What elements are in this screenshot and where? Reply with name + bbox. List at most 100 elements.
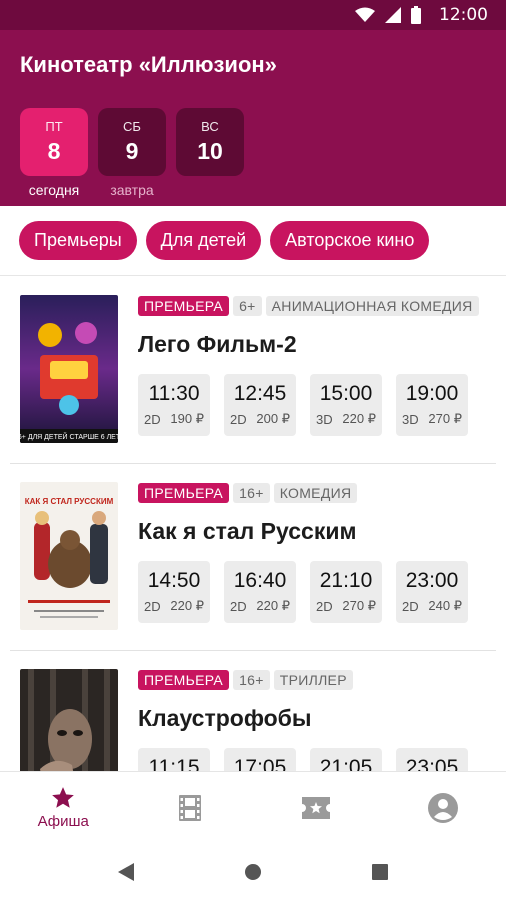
- movie-tags: ПРЕМЬЕРА 16+ ТРИЛЛЕР: [138, 669, 486, 691]
- movie-poster[interactable]: 6+ ДЛЯ ДЕТЕЙ СТАРШЕ 6 ЛЕТ: [20, 295, 118, 443]
- age-rating-badge: 16+: [233, 483, 270, 503]
- day-number: 9: [125, 138, 139, 164]
- movie-card[interactable]: КАК Я СТАЛ РУССКИМ ПРЕМЬЕРА 16+ КОМЕДИЯ …: [10, 464, 496, 651]
- day-number: 10: [197, 138, 223, 164]
- session-button[interactable]: 15:00 3D 220 ₽: [310, 374, 382, 436]
- session-button[interactable]: 17:05 2D: [224, 748, 296, 771]
- nav-label: Афиша: [37, 813, 89, 830]
- date-selector: ПТ 8 сегодня СБ 9 завтра ВС 10: [20, 108, 244, 198]
- nav-films[interactable]: [127, 772, 254, 843]
- session-button[interactable]: 14:50 2D 220 ₽: [138, 561, 210, 623]
- day-box[interactable]: СБ 9: [98, 108, 166, 176]
- page-title: Кинотеатр «Иллюзион»: [20, 52, 277, 77]
- session-time: 23:05: [405, 756, 459, 771]
- genre-badge: ТРИЛЛЕР: [273, 670, 353, 690]
- session-time: 11:15: [148, 756, 200, 771]
- session-button[interactable]: 11:15 2D: [138, 748, 210, 771]
- genre-badge: КОМЕДИЯ: [273, 483, 358, 503]
- movie-tags: ПРЕМЬЕРА 16+ КОМЕДИЯ: [138, 482, 486, 504]
- session-format: 2D: [230, 412, 247, 427]
- session-format: 2D: [316, 599, 333, 614]
- session-button[interactable]: 19:00 3D 270 ₽: [396, 374, 468, 436]
- session-time: 17:05: [233, 756, 287, 771]
- session-time: 23:00: [405, 569, 459, 592]
- day-saturday[interactable]: СБ 9 завтра: [98, 108, 166, 198]
- nav-afisha[interactable]: Афиша: [0, 772, 127, 843]
- movie-title[interactable]: Клаустрофобы: [138, 705, 486, 732]
- ticket-icon: [302, 796, 331, 819]
- bottom-navigation: Афиша: [0, 771, 506, 843]
- session-button[interactable]: 12:45 2D 200 ₽: [224, 374, 296, 436]
- day-of-week: СБ: [123, 119, 141, 134]
- session-button[interactable]: 23:00 2D 240 ₽: [396, 561, 468, 623]
- day-caption: сегодня: [28, 182, 80, 198]
- nav-tickets[interactable]: [253, 772, 380, 843]
- signal-icon: [385, 7, 401, 23]
- session-price: 220 ₽: [342, 411, 376, 426]
- session-format: 2D: [402, 599, 419, 614]
- clock: 12:00: [439, 5, 488, 25]
- movie-card[interactable]: ПРЕМЬЕРА 16+ ТРИЛЛЕР Клаустрофобы 11:15 …: [10, 651, 496, 771]
- filter-premieres[interactable]: Премьеры: [19, 221, 137, 260]
- film-icon: [178, 794, 201, 821]
- session-price: 200 ₽: [256, 411, 290, 426]
- session-button[interactable]: 16:40 2D 220 ₽: [224, 561, 296, 623]
- movie-title[interactable]: Лего Фильм-2: [138, 331, 486, 358]
- poster-image: 6+ ДЛЯ ДЕТЕЙ СТАРШЕ 6 ЛЕТ: [20, 295, 118, 443]
- star-icon: [52, 787, 75, 808]
- poster-caption: 6+ ДЛЯ ДЕТЕЙ СТАРШЕ 6 ЛЕТ: [20, 432, 118, 441]
- session-time: 14:50: [147, 569, 201, 592]
- session-time: 11:30: [148, 382, 200, 405]
- movie-poster[interactable]: КАК Я СТАЛ РУССКИМ: [20, 482, 118, 630]
- movie-poster[interactable]: [20, 669, 118, 771]
- system-navigation: [0, 843, 506, 900]
- movie-card[interactable]: 6+ ДЛЯ ДЕТЕЙ СТАРШЕ 6 ЛЕТ ПРЕМЬЕРА 6+ АН…: [10, 277, 496, 464]
- day-box[interactable]: ПТ 8: [20, 108, 88, 176]
- session-time: 15:00: [319, 382, 373, 405]
- day-caption: завтра: [110, 182, 154, 198]
- movie-tags: ПРЕМЬЕРА 6+ АНИМАЦИОННАЯ КОМЕДИЯ: [138, 295, 486, 317]
- session-price: 220 ₽: [170, 598, 204, 613]
- session-price: 270 ₽: [342, 598, 376, 613]
- day-friday[interactable]: ПТ 8 сегодня: [20, 108, 88, 198]
- session-button[interactable]: 23:05 2D: [396, 748, 468, 771]
- filter-chips: Премьеры Для детей Авторское кино: [0, 206, 506, 276]
- day-of-week: ПТ: [45, 119, 63, 134]
- session-price: 240 ₽: [428, 598, 462, 613]
- session-time: 12:45: [233, 382, 287, 405]
- session-price: 270 ₽: [428, 411, 462, 426]
- session-format: 2D: [144, 412, 161, 427]
- day-sunday[interactable]: ВС 10: [176, 108, 244, 198]
- day-box[interactable]: ВС 10: [176, 108, 244, 176]
- session-format: 2D: [144, 599, 161, 614]
- session-list: 11:30 2D 190 ₽ 12:45 2D 200 ₽ 15:00 3D 2…: [138, 374, 486, 436]
- day-number: 8: [47, 138, 61, 164]
- session-list: 11:15 2D 17:05 2D 21:05 2D 23:05 2D: [138, 748, 486, 771]
- poster-caption: КАК Я СТАЛ РУССКИМ: [25, 497, 114, 506]
- back-icon[interactable]: [118, 862, 134, 881]
- filter-arthouse[interactable]: Авторское кино: [270, 221, 430, 260]
- premiere-badge: ПРЕМЬЕРА: [138, 483, 230, 503]
- age-rating-badge: 6+: [233, 296, 262, 316]
- session-price: 220 ₽: [256, 598, 290, 613]
- wifi-icon: [355, 7, 375, 22]
- session-button[interactable]: 21:05 2D: [310, 748, 382, 771]
- movie-title[interactable]: Как я стал Русским: [138, 518, 486, 545]
- session-time: 19:00: [405, 382, 459, 405]
- poster-image: КАК Я СТАЛ РУССКИМ: [20, 482, 118, 630]
- genre-badge: АНИМАЦИОННАЯ КОМЕДИЯ: [265, 296, 479, 316]
- session-time: 21:10: [319, 569, 373, 592]
- session-list: 14:50 2D 220 ₽ 16:40 2D 220 ₽ 21:10 2D 2…: [138, 561, 486, 623]
- day-of-week: ВС: [201, 119, 219, 134]
- nav-profile[interactable]: [380, 772, 506, 843]
- session-button[interactable]: 11:30 2D 190 ₽: [138, 374, 210, 436]
- filter-kids[interactable]: Для детей: [145, 221, 262, 260]
- age-rating-badge: 16+: [233, 670, 270, 690]
- session-button[interactable]: 21:10 2D 270 ₽: [310, 561, 382, 623]
- recents-icon[interactable]: [372, 863, 388, 880]
- account-icon: [427, 792, 458, 823]
- premiere-badge: ПРЕМЬЕРА: [138, 670, 230, 690]
- session-format: 2D: [230, 599, 247, 614]
- home-icon[interactable]: [244, 863, 262, 881]
- session-time: 16:40: [233, 569, 287, 592]
